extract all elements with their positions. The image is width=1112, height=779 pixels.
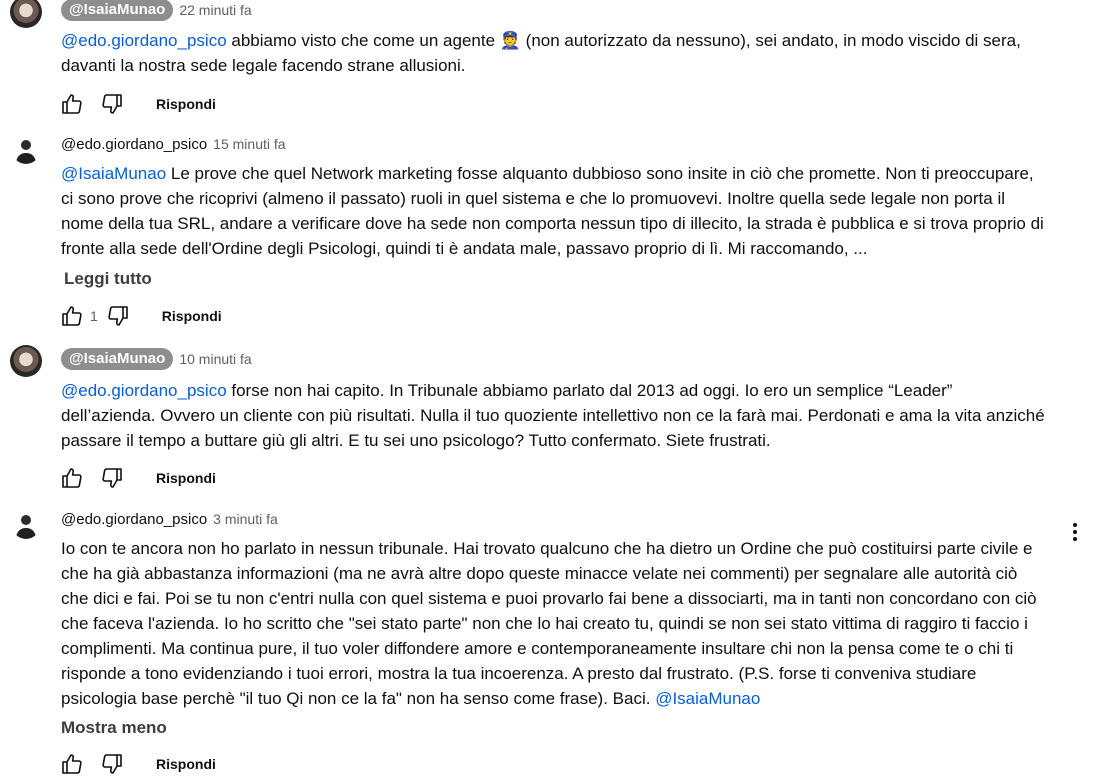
comment-time[interactable]: 15 minuti fa [213,136,285,152]
comment-header: @IsaiaMunao 10 minuti fa [61,348,252,370]
comment-time[interactable]: 22 minuti fa [179,2,251,18]
comment-text: @edo.giordano_psico abbiamo visto che co… [61,31,1021,75]
comment-header: @IsaiaMunao 22 minuti fa [61,0,252,21]
thumb-up-icon [62,468,82,488]
dislike-button[interactable] [98,750,126,778]
comment-actions: 1 Rispondi [58,301,222,331]
avatar[interactable] [10,345,42,377]
thumb-down-icon [102,468,122,488]
reply-button[interactable]: Rispondi [156,470,216,486]
comment-time[interactable]: 3 minuti fa [213,511,278,527]
comment-actions: Rispondi [58,89,216,119]
thumb-down-icon [108,306,128,326]
mention-link[interactable]: @IsaiaMunao [655,689,760,708]
mention-link[interactable]: @IsaiaMunao [61,164,166,183]
thumb-down-icon [102,754,122,774]
reply-button[interactable]: Rispondi [162,308,222,324]
comment-actions: Rispondi [58,749,216,779]
thumb-up-icon [62,754,82,774]
read-more-button[interactable]: Leggi tutto [64,269,152,289]
comment-text: @edo.giordano_psico forse non hai capito… [61,381,1045,450]
mention-link[interactable]: @edo.giordano_psico [61,381,227,400]
dislike-button[interactable] [98,464,126,492]
reply-button[interactable]: Rispondi [156,96,216,112]
author-name[interactable]: @edo.giordano_psico [61,511,207,528]
author-name-chip[interactable]: @IsaiaMunao [61,0,174,21]
like-button[interactable] [58,750,86,778]
comment-actions: Rispondi [58,463,216,493]
like-button[interactable] [58,90,86,118]
comment-text: Io con te ancora non ho parlato in nessu… [61,539,1037,708]
comment-time[interactable]: 10 minuti fa [179,351,251,367]
comment-header: @edo.giordano_psico 3 minuti fa [61,508,278,530]
like-button[interactable] [58,302,86,330]
author-name[interactable]: @edo.giordano_psico [61,136,207,153]
more-vert-icon[interactable] [1064,520,1086,546]
comment-text: @IsaiaMunao Le prove che quel Network ma… [61,164,1044,258]
show-less-button[interactable]: Mostra meno [61,718,167,738]
avatar[interactable] [12,136,40,164]
reply-button[interactable]: Rispondi [156,756,216,772]
thumb-up-icon [62,306,82,326]
comment-header: @edo.giordano_psico 15 minuti fa [61,133,286,155]
avatar[interactable] [10,0,42,28]
dislike-button[interactable] [98,90,126,118]
author-name-chip[interactable]: @IsaiaMunao [61,348,174,370]
avatar[interactable] [12,511,40,539]
like-button[interactable] [58,464,86,492]
like-count: 1 [90,308,98,324]
mention-link[interactable]: @edo.giordano_psico [61,31,227,50]
thumb-up-icon [62,94,82,114]
thumb-down-icon [102,94,122,114]
police-emoji: 👮 [499,31,521,50]
dislike-button[interactable] [104,302,132,330]
